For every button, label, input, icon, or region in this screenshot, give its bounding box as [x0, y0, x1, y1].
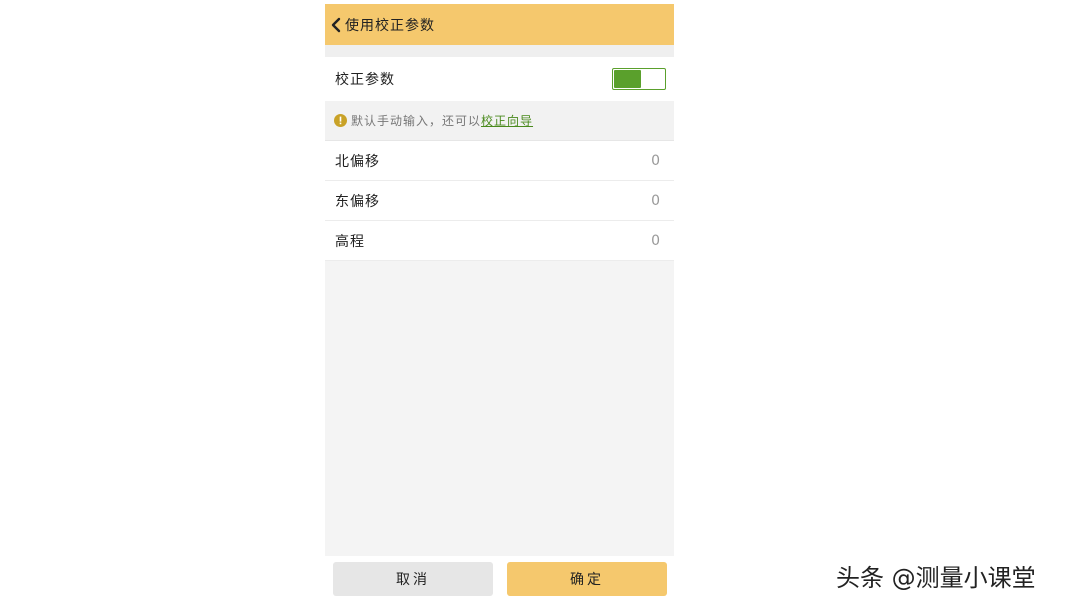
param-value: 0	[651, 232, 660, 249]
header-gap	[325, 45, 674, 57]
param-label: 高程	[335, 233, 365, 250]
info-text: 默认手动输入，还可以	[351, 114, 482, 128]
footer-bar: 取消 确定	[325, 556, 674, 604]
back-button[interactable]: 使用校正参数	[325, 4, 435, 45]
param-value: 0	[651, 192, 660, 209]
correction-wizard-link[interactable]: 校正向导	[481, 112, 533, 129]
toggle-on-indicator	[614, 70, 641, 88]
page-title: 使用校正参数	[345, 17, 435, 34]
param-elevation[interactable]: 高程 0	[325, 221, 674, 261]
header-bar: 使用校正参数	[325, 4, 674, 45]
correction-params-label: 校正参数	[335, 72, 395, 88]
watermark: 头条 @测量小课堂	[836, 564, 1036, 592]
param-label: 东偏移	[335, 193, 380, 210]
info-icon	[334, 114, 347, 127]
confirm-button[interactable]: 确定	[507, 562, 667, 596]
cancel-button[interactable]: 取消	[333, 562, 493, 596]
param-label: 北偏移	[335, 153, 380, 170]
correction-params-toggle[interactable]	[612, 68, 666, 90]
app-screen: 使用校正参数 校正参数 默认手动输入，还可以 校正向导 北偏移 0 东偏移 0 …	[325, 4, 674, 604]
info-banner: 默认手动输入，还可以 校正向导	[325, 101, 674, 141]
param-value: 0	[651, 152, 660, 169]
param-north-offset[interactable]: 北偏移 0	[325, 141, 674, 181]
correction-params-row: 校正参数	[325, 57, 674, 101]
chevron-left-icon	[331, 17, 341, 32]
param-list: 北偏移 0 东偏移 0 高程 0	[325, 141, 674, 261]
param-east-offset[interactable]: 东偏移 0	[325, 181, 674, 221]
